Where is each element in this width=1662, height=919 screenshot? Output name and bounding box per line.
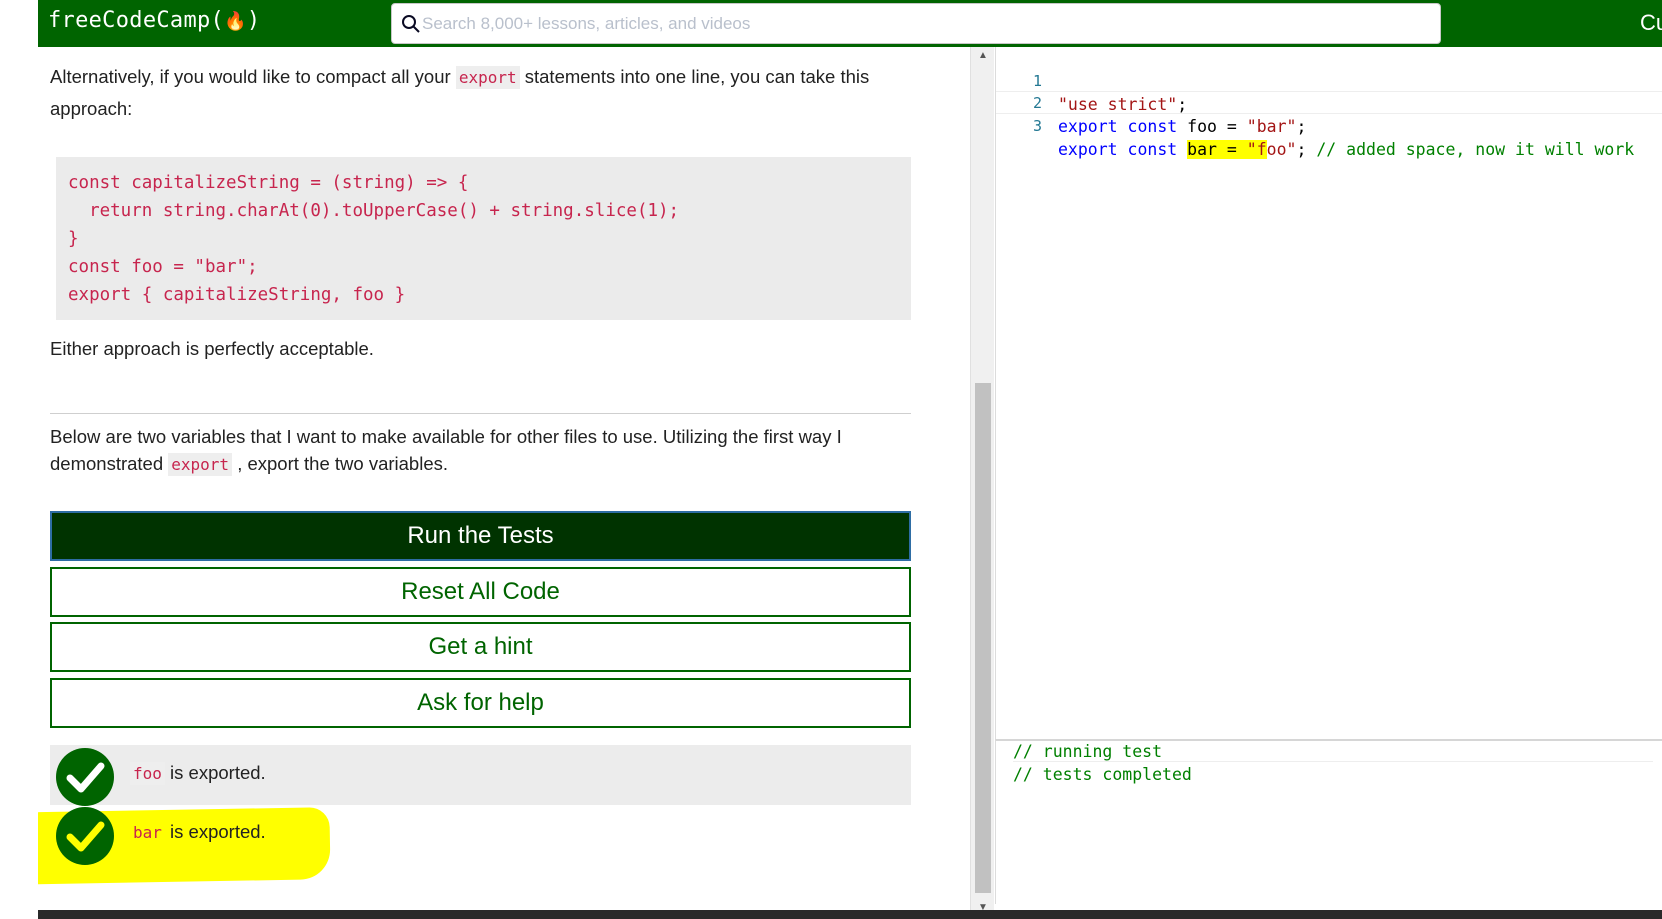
keyword-token: export: [1058, 117, 1118, 136]
string-token: oo": [1266, 140, 1297, 159]
test-result-row: bar is exported.: [50, 804, 911, 865]
scroll-up-arrow-icon[interactable]: ▲: [971, 47, 995, 65]
string-token: "f: [1246, 140, 1267, 159]
search-box[interactable]: [391, 3, 1441, 44]
operator-token: =: [1226, 140, 1237, 159]
code-example: const capitalizeString = (string) => { r…: [56, 157, 911, 320]
punct-token: ;: [1296, 117, 1307, 136]
comment-token: // added space, now it will work: [1316, 140, 1635, 159]
search-input[interactable]: [422, 4, 1432, 43]
console-line: // running test: [1013, 742, 1653, 762]
instruction-paragraph-1: Alternatively, if you would like to comp…: [50, 61, 910, 124]
string-token: "bar": [1246, 117, 1297, 136]
search-icon: [402, 15, 420, 33]
code-editor[interactable]: 1 "use strict"; 2 export const foo = "ba…: [995, 47, 1662, 739]
test-description: foo is exported.: [130, 762, 266, 785]
check-circle-icon: [56, 807, 114, 865]
instructions-scrollbar[interactable]: ▲ ▼: [970, 47, 994, 919]
taskbar-edge: [38, 910, 1662, 919]
logo-text: freeCodeCamp(: [48, 8, 225, 33]
divider: [50, 413, 911, 414]
instructions-pane: Alternatively, if you would like to comp…: [38, 47, 970, 919]
code-line: const capitalizeString = (string) => {: [68, 173, 469, 193]
paragraph-text: Alternatively, if you would like to comp…: [50, 66, 456, 87]
nav-menu-text[interactable]: Cu: [1640, 10, 1662, 36]
line-number: 3: [1032, 117, 1042, 135]
output-console: // running test // tests completed: [995, 739, 1662, 904]
reset-code-button[interactable]: Reset All Code: [50, 567, 911, 617]
run-tests-button[interactable]: Run the Tests: [50, 511, 911, 561]
keyword-token: const: [1127, 117, 1178, 136]
line-code: export const bar = "foo"; // added space…: [1058, 138, 1634, 161]
operator-token: =: [1226, 117, 1237, 136]
editor-line-current[interactable]: 3 export const bar = "foo"; // added spa…: [996, 91, 1662, 159]
editor-line[interactable]: 2 export const foo = "bar";: [996, 69, 1662, 136]
challenge-description: Below are two variables that I want to m…: [50, 423, 890, 478]
inline-code: bar: [133, 823, 162, 842]
scroll-thumb[interactable]: [975, 383, 991, 893]
test-text: is exported.: [164, 762, 266, 783]
inline-code-export: export: [168, 453, 233, 476]
code-line: const foo = "bar";: [68, 257, 258, 277]
logo-close: ): [246, 8, 261, 33]
identifier-token: foo: [1187, 117, 1217, 136]
test-description: bar is exported.: [130, 821, 266, 843]
inline-code-export: export: [455, 66, 520, 89]
keyword-token: const: [1127, 140, 1178, 159]
inline-code: foo: [130, 762, 165, 785]
flame-icon: 🔥: [224, 11, 247, 32]
code-line: return string.charAt(0).toUpperCase() + …: [68, 201, 680, 221]
line-code: export const foo = "bar";: [1058, 115, 1306, 138]
console-line: // tests completed: [1013, 765, 1192, 784]
freecodecamp-logo[interactable]: freeCodeCamp(🔥): [48, 8, 260, 33]
code-line: }: [68, 229, 79, 249]
identifier-token: bar: [1187, 140, 1217, 159]
editor-line[interactable]: 1 "use strict";: [996, 47, 1662, 114]
test-text: is exported.: [164, 821, 266, 842]
check-circle-icon: [56, 748, 114, 806]
keyword-token: export: [1058, 140, 1118, 159]
test-result-row: foo is exported.: [50, 745, 911, 806]
code-line: export { capitalizeString, foo }: [68, 285, 406, 305]
ask-for-help-button[interactable]: Ask for help: [50, 678, 911, 728]
navbar: freeCodeCamp(🔥) Cu: [38, 0, 1662, 47]
instruction-paragraph-2: Either approach is perfectly acceptable.: [50, 338, 374, 359]
punct-token: ;: [1296, 140, 1307, 159]
get-hint-button[interactable]: Get a hint: [50, 622, 911, 672]
paragraph-text: , export the two variables.: [232, 453, 449, 474]
